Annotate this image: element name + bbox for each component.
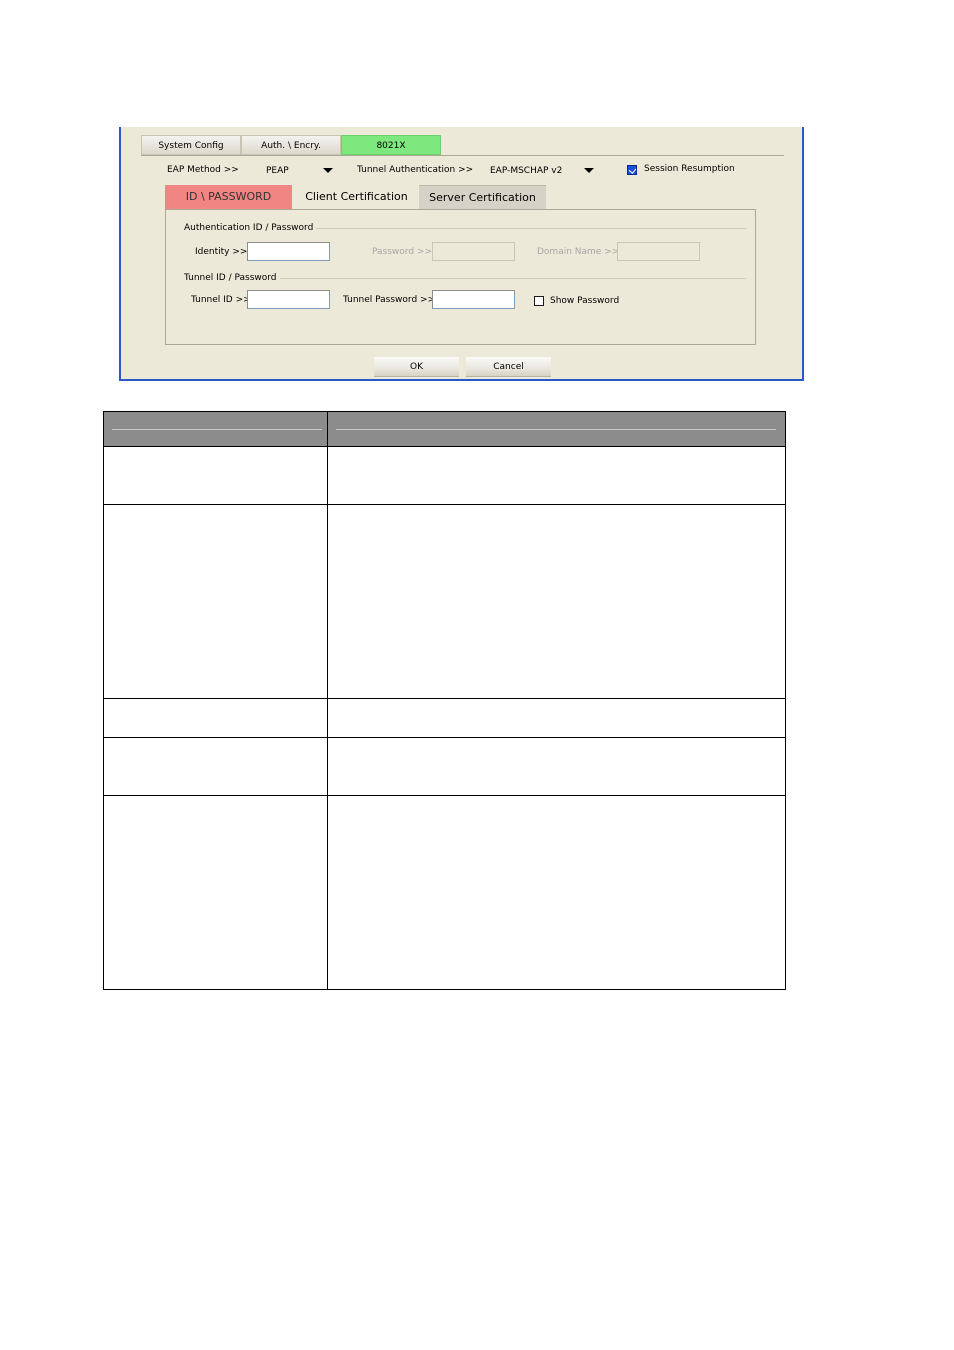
password-label: Password >> [372,247,432,257]
tunnel-group-title: Tunnel ID / Password [184,273,277,283]
table-row-divider [104,737,785,738]
8021x-settings-dialog: System Config Auth. \ Encry. 8021X EAP M… [119,127,804,381]
description-table [103,411,786,990]
tab-divider [141,155,784,156]
cancel-button[interactable]: Cancel [466,357,551,377]
eap-method-value: PEAP [266,166,289,176]
table-header-row [104,412,785,446]
password-input[interactable] [432,242,515,265]
tunnel-auth-select[interactable]: EAP-MSCHAP v2 [485,162,595,178]
subtab-id-password[interactable]: ID \ PASSWORD [165,185,292,209]
eap-method-select[interactable]: PEAP [261,162,335,178]
password-input-field[interactable] [433,247,514,265]
identity-label: Identity >> [195,247,248,257]
tunnel-id-label: Tunnel ID >> [191,295,251,305]
tab-auth-encry[interactable]: Auth. \ Encry. [241,135,341,155]
identity-input[interactable] [247,242,330,265]
header-decoration [112,429,322,430]
subtab-server-certification[interactable]: Server Certification [419,185,546,209]
tunnel-password-input[interactable] [432,290,515,313]
subtab-client-certification[interactable]: Client Certification [295,185,418,209]
table-column-divider [327,412,328,989]
auth-group-title: Authentication ID / Password [184,223,314,233]
tab-system-config[interactable]: System Config [141,135,241,155]
group-divider [316,228,746,229]
tab-8021x[interactable]: 8021X [341,135,441,155]
tunnel-id-input[interactable] [247,290,330,313]
show-password-checkbox[interactable]: Show Password [534,295,624,307]
ok-button[interactable]: OK [374,357,459,377]
chevron-down-icon [584,168,594,173]
domain-name-label: Domain Name >> [537,247,620,257]
chevron-down-icon [323,168,333,173]
session-resumption-checkbox[interactable]: Session Resumption [627,163,737,177]
checkbox-checked-icon [627,165,637,175]
identity-input-field[interactable] [248,247,329,265]
domain-name-input[interactable] [617,242,700,265]
group-divider [280,278,746,279]
tunnel-password-input-field[interactable] [433,295,514,313]
table-row-divider [104,504,785,505]
eap-method-label: EAP Method >> [167,165,239,175]
tunnel-auth-value: EAP-MSCHAP v2 [490,166,563,176]
tunnel-id-input-field[interactable] [248,295,329,313]
session-resumption-label: Session Resumption [644,164,735,174]
domain-name-input-field[interactable] [618,247,699,265]
table-row-divider [104,795,785,796]
tunnel-auth-label: Tunnel Authentication >> [357,165,474,175]
id-password-panel: Authentication ID / Password Identity >>… [165,209,756,345]
table-row-divider [104,698,785,699]
table-row-divider [104,446,785,447]
checkbox-unchecked-icon [534,296,544,306]
header-decoration [336,429,776,430]
show-password-label: Show Password [550,296,620,306]
tunnel-password-label: Tunnel Password >> [343,295,436,305]
